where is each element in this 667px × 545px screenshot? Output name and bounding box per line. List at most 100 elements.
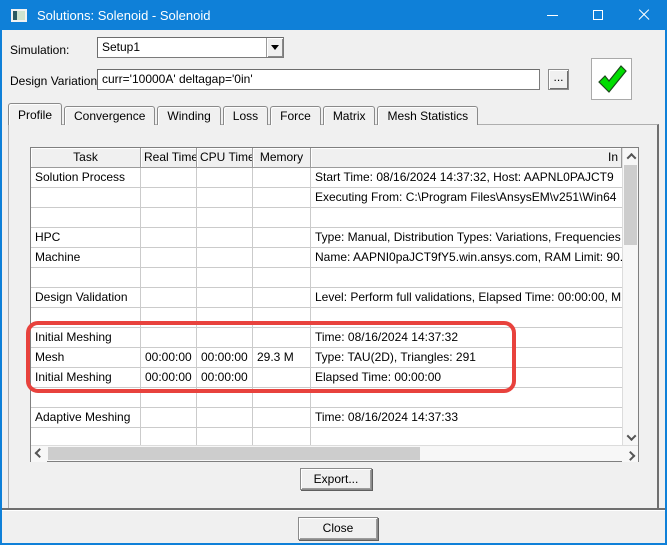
cell-real-time	[141, 428, 197, 445]
cell-info: Start Time: 08/16/2024 14:37:32, Host: A…	[311, 168, 622, 188]
cell-real-time	[141, 408, 197, 428]
vertical-scrollbar[interactable]	[622, 148, 638, 445]
maximize-icon	[593, 10, 603, 20]
table-row[interactable]	[31, 388, 622, 408]
cell-task: Design Validation	[31, 288, 141, 308]
scroll-down-button[interactable]	[623, 429, 638, 445]
simulation-dropdown[interactable]: Setup1	[97, 37, 284, 58]
cell-memory	[253, 408, 311, 428]
tab-profile[interactable]: Profile	[8, 103, 63, 125]
cell-real-time	[141, 188, 197, 208]
cell-cpu-time	[197, 308, 253, 328]
cell-info: Executing From: C:\Program Files\AnsysEM…	[311, 188, 622, 208]
app-window-icon	[11, 8, 27, 22]
window-title: Solutions: Solenoid - Solenoid	[37, 7, 211, 23]
cell-info: Type: TAU(2D), Triangles: 291	[311, 348, 622, 368]
cell-real-time	[141, 168, 197, 188]
window-controls	[529, 0, 667, 30]
cell-memory: 29.3 M	[253, 348, 311, 368]
window-border-left	[0, 0, 2, 545]
cell-task: Adaptive Meshing	[31, 408, 141, 428]
cell-real-time	[141, 208, 197, 228]
chevron-right-icon	[625, 450, 635, 461]
cell-task	[31, 188, 141, 208]
table-row[interactable]	[31, 208, 622, 228]
tab-winding[interactable]: Winding	[157, 106, 221, 125]
chevron-down-scroll-icon	[626, 430, 636, 441]
cell-memory	[253, 308, 311, 328]
table-row[interactable]	[31, 268, 622, 288]
column-header-task[interactable]: Task	[31, 148, 141, 168]
table-row[interactable]: Executing From: C:\Program Files\AnsysEM…	[31, 188, 622, 208]
scroll-right-button[interactable]	[622, 446, 638, 462]
maximize-button[interactable]	[575, 0, 621, 30]
cell-task	[31, 428, 141, 445]
scroll-left-button[interactable]	[31, 446, 47, 462]
vertical-scroll-thumb[interactable]	[624, 165, 637, 245]
cell-memory	[253, 268, 311, 288]
cell-task	[31, 308, 141, 328]
cell-task: Initial Meshing	[31, 328, 141, 348]
horizontal-scroll-thumb[interactable]	[48, 447, 420, 460]
horizontal-scrollbar[interactable]	[31, 445, 638, 462]
tab-loss[interactable]: Loss	[222, 106, 269, 125]
cell-real-time	[141, 288, 197, 308]
close-window-button[interactable]	[621, 0, 667, 30]
cell-real-time: 00:00:00	[141, 368, 197, 388]
column-header-in[interactable]: In	[311, 148, 622, 168]
chevron-left-icon	[34, 447, 44, 458]
cell-memory	[253, 328, 311, 348]
horizontal-scroll-track[interactable]	[47, 446, 622, 461]
cell-task: Mesh	[31, 348, 141, 368]
table-row[interactable]: Initial Meshing Time: 08/16/2024 14:37:32	[31, 328, 622, 348]
cell-task: Machine	[31, 248, 141, 268]
table-row[interactable]: Machine Name: AAPNI0paJCT9fY5.win.ansys.c…	[31, 248, 622, 268]
column-header-real-time[interactable]: Real Time	[141, 148, 197, 168]
chevron-up-icon	[626, 152, 636, 163]
table-row[interactable]: Mesh 00:00:00 00:00:00 29.3 M Type: TAU(2D),…	[31, 348, 622, 368]
minimize-button[interactable]	[529, 0, 575, 30]
export-button[interactable]: Export...	[300, 468, 372, 490]
design-variation-label: Design Variation:	[10, 74, 101, 88]
cell-cpu-time	[197, 168, 253, 188]
cell-task: Solution Process	[31, 168, 141, 188]
table-row[interactable]: Initial Meshing 00:00:00 00:00:00 Elapsed T…	[31, 368, 622, 388]
cell-info: Elapsed Time: 00:00:00	[311, 368, 622, 388]
table-row[interactable]: Solution Process Start Time: 08/16/2024 1…	[31, 168, 622, 188]
minimize-icon	[546, 14, 558, 16]
tab-bar: Profile Convergence Winding Loss Force Matrix…	[8, 103, 480, 125]
cell-memory	[253, 228, 311, 248]
table-row[interactable]: Design Validation Level: Perform full val…	[31, 288, 622, 308]
cell-cpu-time	[197, 408, 253, 428]
tab-convergence[interactable]: Convergence	[64, 106, 156, 125]
table-row[interactable]	[31, 428, 622, 445]
cell-cpu-time	[197, 288, 253, 308]
tab-matrix[interactable]: Matrix	[322, 106, 376, 125]
green-check-icon	[597, 65, 627, 93]
profile-table: Task Real Time CPU Time Memory In Solution P…	[30, 147, 639, 462]
table-row[interactable]	[31, 308, 622, 328]
tab-mesh-statistics[interactable]: Mesh Statistics	[377, 106, 479, 125]
cell-info: Time: 08/16/2024 14:37:33	[311, 408, 622, 428]
column-header-cpu-time[interactable]: CPU Time	[197, 148, 253, 168]
table-row[interactable]: HPC Type: Manual, Distribution Types: Var…	[31, 228, 622, 248]
browse-variation-button[interactable]: ...	[548, 69, 569, 90]
cell-info	[311, 208, 622, 228]
table-body: Solution Process Start Time: 08/16/2024 1…	[31, 168, 622, 445]
cell-memory	[253, 208, 311, 228]
cell-info	[311, 388, 622, 408]
column-header-memory[interactable]: Memory	[253, 148, 311, 168]
close-button[interactable]: Close	[298, 517, 378, 540]
cell-real-time	[141, 248, 197, 268]
design-variation-field[interactable]: curr='10000A' deltagap='0in'	[97, 69, 540, 90]
tab-force[interactable]: Force	[270, 106, 321, 125]
cell-cpu-time	[197, 328, 253, 348]
vertical-scroll-track[interactable]	[623, 164, 638, 429]
cell-cpu-time	[197, 248, 253, 268]
cell-info	[311, 308, 622, 328]
dropdown-arrow-button[interactable]	[266, 38, 283, 57]
table-row[interactable]: Adaptive Meshing Time: 08/16/2024 14:37:3…	[31, 408, 622, 428]
scroll-up-button[interactable]	[623, 148, 638, 164]
cell-info: Type: Manual, Distribution Types: Variat…	[311, 228, 622, 248]
valid-solution-button[interactable]	[591, 58, 632, 100]
